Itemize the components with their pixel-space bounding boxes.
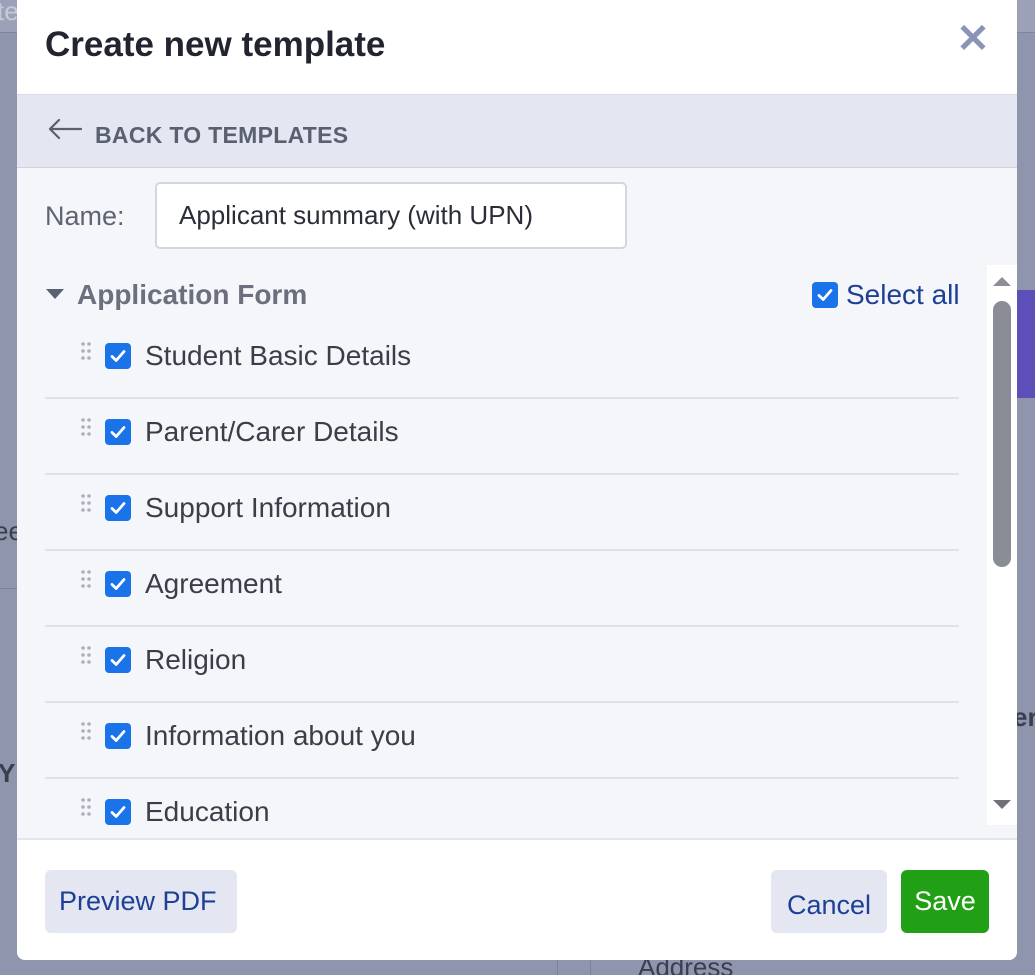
sections-panel: Application Form Select all Student Basi… [17,265,987,838]
select-all-label[interactable]: Select all [846,279,960,311]
close-icon[interactable]: ✕ [953,18,993,60]
checkbox-checked-icon[interactable] [812,282,838,308]
item-checkbox[interactable] [105,495,131,521]
drag-handle-icon[interactable] [80,493,92,513]
list-item: Education [45,779,959,838]
background-text: te [0,0,19,26]
item-checkbox[interactable] [105,571,131,597]
list-item: Religion [45,627,959,703]
scrollbar[interactable] [987,265,1017,825]
template-name-input[interactable] [155,182,627,249]
drag-handle-icon[interactable] [80,721,92,741]
list-item: Parent/Carer Details [45,399,959,475]
back-to-templates-label: BACK TO TEMPLATES [95,122,349,148]
item-label: Parent/Carer Details [145,416,399,447]
scroll-up-icon[interactable] [993,277,1011,286]
drag-handle-icon[interactable] [80,341,92,361]
save-button[interactable]: Save [901,870,989,933]
background-divider [590,960,591,975]
item-label: Agreement [145,568,282,599]
item-checkbox[interactable] [105,419,131,445]
item-label: Student Basic Details [145,340,412,371]
item-checkbox[interactable] [105,723,131,749]
scroll-down-icon[interactable] [993,800,1011,809]
drag-handle-icon[interactable] [80,645,92,665]
caret-down-icon[interactable] [45,287,65,301]
modal-title: Create new template [45,25,386,64]
item-checkbox[interactable] [105,343,131,369]
section-title[interactable]: Application Form [77,279,307,311]
item-label: Education [145,796,270,827]
preview-pdf-label: Preview PDF [59,886,217,916]
back-to-templates-link[interactable]: BACK TO TEMPLATES [17,95,1017,168]
item-checkbox[interactable] [105,647,131,673]
item-checkbox[interactable] [105,799,131,825]
list-item: Student Basic Details [45,323,959,399]
drag-handle-icon[interactable] [80,569,92,589]
background-divider [557,960,558,975]
scroll-thumb[interactable] [993,301,1011,567]
drag-handle-icon[interactable] [80,417,92,437]
list-item: Support Information [45,475,959,551]
item-label: Religion [145,644,247,675]
item-label: Information about you [145,720,416,751]
modal-header: Create new template ✕ [17,0,1017,95]
background-purple-panel [1017,290,1035,398]
preview-pdf-button[interactable]: Preview PDF [45,870,237,933]
cancel-label: Cancel [786,890,872,920]
list-item: Information about you [45,703,959,779]
create-template-modal: Create new template ✕ BACK TO TEMPLATES … [17,0,1017,960]
select-all-checkbox[interactable]: Select all [812,279,960,311]
name-label: Name: [45,201,125,231]
cancel-button[interactable]: Cancel [771,870,887,933]
drag-handle-icon[interactable] [80,797,92,817]
modal-footer: Preview PDF Cancel Save [17,838,1017,960]
background-divider [0,588,17,589]
list-item: Agreement [45,551,959,627]
item-label: Support Information [145,492,391,523]
background-text: Y [0,758,16,788]
arrow-left-icon [48,118,83,140]
